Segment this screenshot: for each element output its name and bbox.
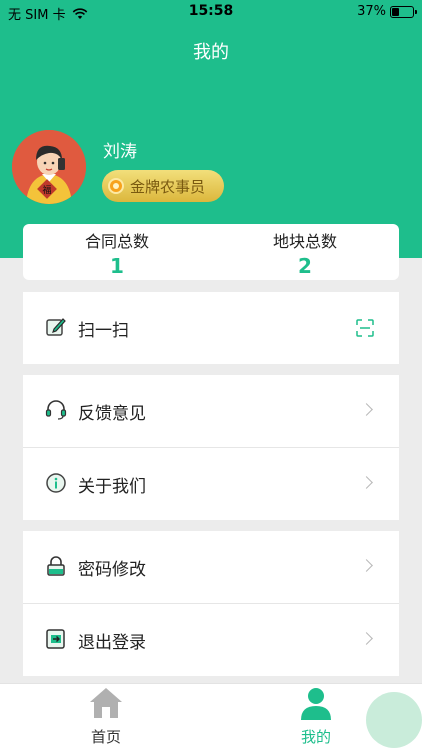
- menu-item-about[interactable]: 关于我们: [23, 447, 399, 520]
- battery-icon: [390, 5, 417, 18]
- chevron-right-icon: [360, 476, 373, 489]
- home-icon: [90, 688, 122, 718]
- avatar-illustration: 福: [12, 130, 86, 204]
- rank-badge-label: 金牌农事员: [130, 177, 206, 196]
- page-title: 我的: [193, 42, 229, 63]
- menu-item-password[interactable]: 密码修改: [23, 531, 399, 603]
- scan-icon[interactable]: [355, 318, 375, 338]
- status-bar: 无 SIM 卡 15:58 37%: [0, 0, 422, 24]
- stat-contracts[interactable]: 合同总数 1: [23, 228, 211, 278]
- chevron-right-icon: [360, 559, 373, 572]
- menu-item-logout[interactable]: 退出登录: [23, 603, 399, 676]
- avatar[interactable]: 福: [12, 130, 86, 204]
- svg-text:福: 福: [42, 184, 51, 196]
- tab-mine-label: 我的: [300, 728, 331, 746]
- stat-contracts-label: 合同总数: [84, 232, 149, 251]
- stat-plots[interactable]: 地块总数 2: [211, 228, 399, 278]
- menu-item-feedback-label: 反馈意见: [78, 404, 146, 424]
- menu-item-password-label: 密码修改: [78, 560, 146, 580]
- medal-icon: [108, 178, 124, 194]
- menu-item-scan-label: 扫一扫: [78, 321, 129, 341]
- user-icon: [301, 688, 331, 720]
- tab-bar: 首页 我的: [0, 683, 422, 751]
- headset-icon: [45, 400, 67, 420]
- logout-icon: [46, 629, 65, 649]
- tab-home-label: 首页: [90, 728, 121, 746]
- user-name: 刘涛: [103, 142, 137, 162]
- stats-card: 合同总数 1 地块总数 2: [23, 224, 399, 280]
- lock-icon: [47, 556, 65, 576]
- chevron-right-icon: [360, 403, 373, 416]
- info-icon: [46, 473, 66, 493]
- floating-assistive-button[interactable]: [366, 692, 422, 748]
- menu-item-scan[interactable]: 扫一扫: [23, 292, 399, 364]
- stat-contracts-value: 1: [110, 254, 124, 278]
- stat-plots-value: 2: [298, 254, 312, 278]
- menu-item-feedback[interactable]: 反馈意见: [23, 375, 399, 447]
- stat-plots-label: 地块总数: [272, 232, 337, 251]
- scan-card: 扫一扫: [23, 292, 399, 364]
- edit-icon: [46, 318, 66, 336]
- info-card: 反馈意见 关于我们: [23, 375, 399, 520]
- menu-item-logout-label: 退出登录: [78, 633, 146, 653]
- battery-percent: 37%: [357, 4, 386, 19]
- chevron-right-icon: [360, 632, 373, 645]
- menu-item-about-label: 关于我们: [78, 477, 146, 497]
- rank-badge: 金牌农事员: [102, 170, 224, 202]
- account-card: 密码修改 退出登录: [23, 531, 399, 676]
